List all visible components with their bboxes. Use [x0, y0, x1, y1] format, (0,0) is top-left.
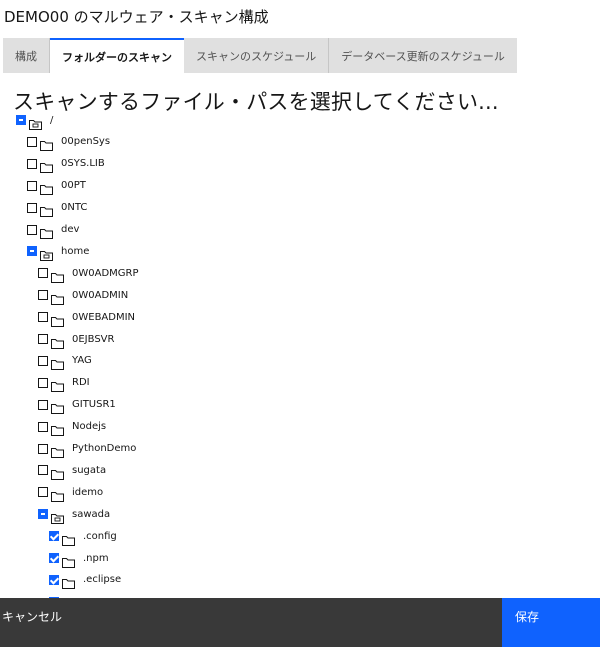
tree-node-label: 00PT: [61, 180, 86, 192]
tree-node-checkbox[interactable]: [38, 509, 48, 520]
tab-bar: 構成 フォルダーのスキャン スキャンのスケジュール データベース更新のスケジュー…: [3, 38, 517, 73]
tree-node[interactable]: sugata: [38, 460, 106, 480]
tree-node[interactable]: RDI: [38, 373, 90, 393]
tree-node-checkbox[interactable]: [27, 246, 37, 257]
tree-node-checkbox[interactable]: [16, 115, 26, 125]
tab-configuration[interactable]: 構成: [3, 38, 50, 73]
file-path-tree: / 00penSys 0SYS.LIB 00PT 0NTC dev home 0W0ADMGR…: [0, 108, 600, 598]
tree-node[interactable]: .npm: [49, 548, 109, 568]
tree-node[interactable]: .config: [49, 526, 117, 546]
folder-icon: [51, 377, 64, 393]
tree-node-label: Nodejs: [72, 421, 107, 433]
tree-node-label: GITUSR1: [72, 399, 116, 411]
folder-open-icon: [51, 509, 64, 524]
folder-icon: [62, 531, 75, 546]
tree-node-checkbox[interactable]: [38, 377, 48, 388]
tree-node[interactable]: 0W0ADMGRP: [38, 263, 139, 283]
tree-node-checkbox[interactable]: [38, 355, 48, 366]
tree-node-label: idemo: [72, 486, 104, 498]
folder-icon: [51, 312, 64, 327]
folder-icon: [51, 290, 64, 305]
tree-node-checkbox[interactable]: [27, 224, 37, 235]
tree-node[interactable]: /: [16, 110, 53, 130]
tree-node[interactable]: dev: [27, 220, 79, 240]
folder-open-icon: [29, 115, 42, 130]
tree-node-checkbox[interactable]: [27, 136, 37, 147]
tree-node[interactable]: sawada: [38, 504, 110, 524]
tree-node[interactable]: 0EJBSVR: [38, 329, 114, 349]
tree-node-checkbox[interactable]: [27, 202, 37, 213]
folder-open-icon: [40, 246, 53, 261]
tree-node-label: home: [61, 245, 90, 257]
folder-icon: [51, 487, 64, 502]
tree-node[interactable]: 0WEBADMIN: [38, 307, 135, 327]
folder-icon: [40, 136, 53, 152]
folder-icon: [62, 553, 75, 568]
tree-node-checkbox[interactable]: [38, 487, 48, 498]
folder-icon: [62, 574, 75, 590]
tree-node[interactable]: 00PT: [27, 176, 86, 196]
folder-icon: [51, 268, 64, 283]
tree-node-label: .eclipse: [83, 574, 122, 586]
tree-node-label: sawada: [72, 508, 111, 520]
tree-node-label: 0WEBADMIN: [72, 311, 136, 323]
tree-node[interactable]: PythonDemo: [38, 439, 136, 459]
tree-node-checkbox[interactable]: [38, 334, 48, 344]
tree-node[interactable]: 0NTC: [27, 198, 87, 218]
tree-node[interactable]: idemo: [38, 482, 103, 502]
tree-node-checkbox[interactable]: [38, 465, 48, 476]
tree-node-label: /: [50, 114, 54, 126]
folder-icon: [51, 355, 64, 371]
tree-node-label: .config: [83, 530, 117, 542]
tree-node-label: .npm: [83, 552, 109, 564]
tree-node[interactable]: 0SYS.LIB: [27, 154, 105, 174]
tree-node-checkbox[interactable]: [27, 158, 37, 169]
tree-node-label: YAG: [72, 355, 92, 367]
tab-scan-schedule[interactable]: スキャンのスケジュール: [184, 38, 330, 73]
tree-node-checkbox[interactable]: [38, 290, 48, 301]
footer-actions: キャンセル 保存: [0, 598, 600, 647]
tree-node-checkbox[interactable]: [38, 443, 48, 454]
tree-node-label: PythonDemo: [72, 443, 137, 454]
tree-node-checkbox[interactable]: [38, 312, 48, 323]
tree-node-checkbox[interactable]: [38, 399, 48, 410]
tree-node-label: RDI: [72, 377, 90, 389]
tree-node-checkbox[interactable]: [27, 180, 37, 191]
folder-icon: [51, 399, 64, 415]
tree-node-label: 0NTC: [61, 202, 88, 214]
tree-node[interactable]: YAG: [38, 351, 92, 371]
tree-node-checkbox[interactable]: [49, 531, 59, 542]
tree-node[interactable]: GITUSR1: [38, 395, 116, 415]
tree-node-label: sugata: [72, 464, 107, 476]
cancel-button[interactable]: キャンセル: [0, 598, 502, 647]
tree-node-label: 00penSys: [61, 136, 111, 148]
folder-icon: [40, 158, 53, 174]
tree-node-checkbox[interactable]: [49, 553, 59, 563]
folder-icon: [51, 334, 64, 349]
tree-node[interactable]: Nodejs: [38, 417, 106, 437]
save-button[interactable]: 保存: [502, 598, 600, 647]
tab-folder-scan[interactable]: フォルダーのスキャン: [50, 38, 184, 73]
folder-icon: [51, 443, 64, 458]
tree-node-label: 0SYS.LIB: [61, 158, 105, 170]
tree-node-checkbox[interactable]: [49, 574, 59, 585]
tree-node-checkbox[interactable]: [38, 421, 48, 432]
folder-icon: [40, 202, 53, 218]
folder-icon: [40, 224, 53, 239]
tree-node[interactable]: home: [27, 241, 89, 261]
tree-node-label: 0EJBSVR: [72, 333, 115, 345]
tree-node-checkbox[interactable]: [38, 268, 48, 279]
tab-database-update-schedule[interactable]: データベース更新のスケジュール: [329, 38, 517, 73]
tree-node-label: dev: [61, 224, 80, 235]
folder-icon: [40, 180, 53, 196]
tree-node[interactable]: .eclipse: [49, 570, 121, 590]
page-title: DEMO00 のマルウェア・スキャン構成: [4, 8, 269, 26]
folder-icon: [51, 465, 64, 480]
tree-node-label: 0W0ADMGRP: [72, 267, 139, 279]
folder-icon: [51, 421, 64, 437]
tree-node[interactable]: 0W0ADMIN: [38, 285, 128, 305]
tree-node[interactable]: 00penSys: [27, 132, 110, 152]
tree-node-label: 0W0ADMIN: [72, 289, 129, 301]
